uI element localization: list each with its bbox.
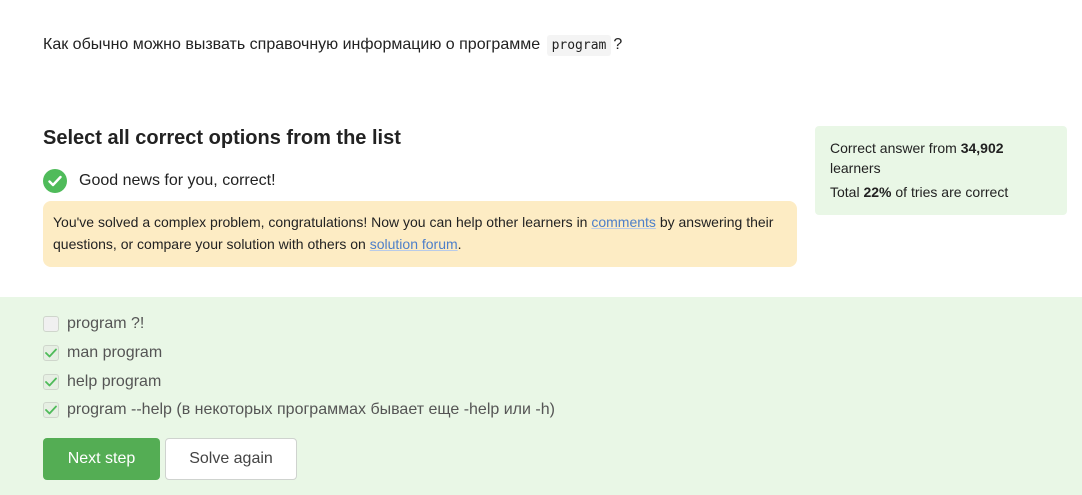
option-item[interactable]: help program <box>43 373 161 391</box>
option-checkbox[interactable] <box>43 402 59 418</box>
stats-total-row: Total 22% of tries are correct <box>830 182 1052 202</box>
stats-learners-row: Correct answer from 34,902 learners <box>830 138 1052 178</box>
learners-label: learners <box>830 160 881 176</box>
checkmark-icon <box>45 348 57 358</box>
solution-forum-link[interactable]: solution forum <box>370 236 458 252</box>
notice-text-1: You've solved a complex problem, congrat… <box>53 214 588 230</box>
question-text-before: Как обычно можно вызвать справочную инфо… <box>43 36 541 53</box>
stats-prefix: Correct answer from <box>830 140 957 156</box>
correct-feedback: Good news for you, correct! <box>43 169 276 193</box>
checkmark-icon <box>45 405 57 415</box>
question-code: program <box>546 35 612 56</box>
option-label: help program <box>67 373 162 390</box>
question-text: Как обычно можно вызвать справочную инфо… <box>43 35 623 56</box>
answers-panel <box>0 297 1082 495</box>
option-label: program ?! <box>67 315 145 332</box>
check-circle-icon <box>43 169 67 193</box>
solve-again-button[interactable]: Solve again <box>165 438 297 480</box>
task-heading: Select all correct options from the list <box>43 127 401 149</box>
next-step-button[interactable]: Next step <box>43 438 160 480</box>
option-item[interactable]: man program <box>43 344 162 362</box>
correct-percent: 22% <box>863 184 892 200</box>
learners-count: 34,902 <box>960 140 1004 156</box>
checkmark-icon <box>45 377 57 387</box>
question-text-after: ? <box>613 36 623 53</box>
option-label: man program <box>67 344 163 361</box>
correct-message: Good news for you, correct! <box>79 172 276 189</box>
option-checkbox[interactable] <box>43 345 59 361</box>
congrats-notice: You've solved a complex problem, congrat… <box>43 201 797 267</box>
total-prefix: Total <box>830 184 860 200</box>
option-label: program --help (в некоторых программах б… <box>67 401 555 418</box>
total-suffix: of tries are correct <box>895 184 1009 200</box>
option-item[interactable]: program ?! <box>43 315 144 333</box>
option-item[interactable]: program --help (в некоторых программах б… <box>43 401 555 419</box>
option-checkbox[interactable] <box>43 374 59 390</box>
notice-text-3: . <box>457 236 462 252</box>
stats-panel: Correct answer from 34,902 learners Tota… <box>815 126 1067 215</box>
comments-link[interactable]: comments <box>591 214 656 230</box>
option-checkbox[interactable] <box>43 316 59 332</box>
